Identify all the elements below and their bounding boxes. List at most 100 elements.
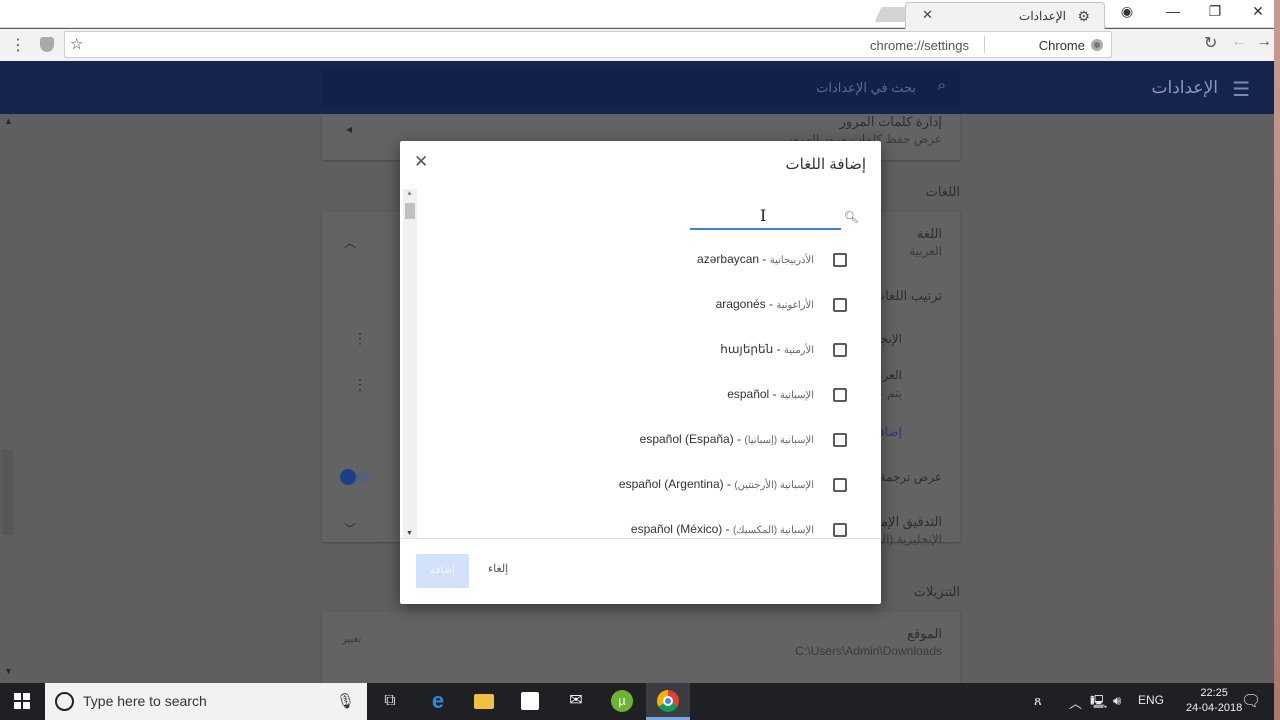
chevron-down-icon[interactable]: ﹀ xyxy=(344,520,356,537)
language-native-name: español (Argentina) xyxy=(618,477,724,491)
scroll-up-icon[interactable]: ▲ xyxy=(406,190,413,197)
add-languages-dialog: ✕ إضافة اللغات 🔍︎ I ▲ ▼ الأذربيجانية - a… xyxy=(400,141,881,604)
scroll-up-icon[interactable]: ▲ xyxy=(4,116,13,126)
language-item[interactable]: الإسبانية (إسبانيا) - español (España) xyxy=(420,417,881,462)
location-title: الموقع xyxy=(907,626,942,641)
more-options-icon[interactable]: ⋮ xyxy=(353,376,367,393)
language-checkbox[interactable] xyxy=(833,253,847,267)
language-label: الإسبانية - español xyxy=(727,387,814,401)
scroll-down-icon[interactable]: ▼ xyxy=(406,530,413,537)
minimize-button[interactable]: — xyxy=(1153,3,1193,19)
language-label: الأرمنية - հայերեն xyxy=(720,342,814,356)
translate-toggle-knob[interactable] xyxy=(340,469,356,485)
language-native-name: հայերեն xyxy=(720,342,774,356)
language-label: الإسبانية (الأرجنتين) - español (Argenti… xyxy=(618,477,814,491)
clock[interactable]: 22:25 24-04-2018 xyxy=(1186,686,1242,716)
back-icon[interactable]: → xyxy=(1256,33,1272,51)
language-arabic-name: الأذربيجانية xyxy=(769,255,814,266)
downloads-heading: التنزيلات xyxy=(913,584,960,599)
language-native-name: azərbaycan xyxy=(697,252,760,266)
close-window-button[interactable]: ✕ xyxy=(1238,3,1274,20)
tab-settings[interactable]: ✕ الإعدادات ⚙ xyxy=(905,2,1105,29)
close-icon[interactable]: ✕ xyxy=(414,152,428,172)
store-icon[interactable] xyxy=(518,689,542,713)
bookmark-star-icon[interactable]: ☆ xyxy=(70,35,83,53)
search-icon: 🔍︎ xyxy=(843,210,859,224)
file-explorer-icon[interactable] xyxy=(472,689,496,713)
cancel-button[interactable]: إلغاء xyxy=(488,562,508,575)
scroll-down-icon[interactable]: ▼ xyxy=(4,666,13,676)
more-options-icon[interactable]: ⋮ xyxy=(353,330,367,347)
restore-button[interactable]: ❐ xyxy=(1195,3,1235,20)
language-item[interactable]: الأذربيجانية - azərbaycan xyxy=(420,237,881,282)
change-location-button[interactable]: تغيير xyxy=(342,634,361,645)
add-button[interactable]: إضافة xyxy=(416,554,469,588)
language-arabic-name: الأراغونية xyxy=(776,300,814,311)
language-label: الإسبانية (إسبانيا) - español (España) xyxy=(639,432,814,446)
divider xyxy=(400,538,881,539)
url-text: chrome://settings xyxy=(870,38,969,53)
language-checkbox[interactable] xyxy=(833,388,847,402)
input-language[interactable]: ENG xyxy=(1138,693,1164,707)
utorrent-icon[interactable]: µ xyxy=(610,689,634,713)
tab-close-icon[interactable]: ✕ xyxy=(922,7,933,23)
site-label: Chrome xyxy=(1038,38,1085,53)
language-arabic-name: الإسبانية (إسبانيا) xyxy=(744,435,814,446)
hamburger-menu-icon[interactable]: ☰ xyxy=(1232,77,1250,102)
gear-icon: ⚙ xyxy=(1077,8,1090,24)
language-list: الأذربيجانية - azərbaycan الأراغونية - a… xyxy=(420,237,881,538)
desktop-edge xyxy=(1274,0,1280,720)
language-item[interactable]: الأراغونية - aragonés xyxy=(420,282,881,327)
search-placeholder: بحث في الإعدادات xyxy=(816,80,916,95)
arrow-left-icon: ◂ xyxy=(346,122,353,136)
settings-search[interactable]: بحث في الإعدادات ⌕ xyxy=(322,70,960,106)
cortana-icon[interactable] xyxy=(55,692,74,711)
language-item[interactable]: الإسبانية (الأرجنتين) - español (Argenti… xyxy=(420,462,881,507)
address-bar[interactable]: ☆ chrome://settings Chrome xyxy=(64,31,1112,58)
dialog-scrollbar[interactable]: ▲ ▼ xyxy=(403,189,417,538)
chrome-icon[interactable] xyxy=(656,689,680,713)
language-checkbox[interactable] xyxy=(833,478,847,492)
language-checkbox[interactable] xyxy=(833,433,847,447)
chrome-icon xyxy=(1091,39,1103,51)
taskbar: Type here to search 🎙︎ ⧉ e ✉ µ ጸ ︿ 🖳︎ 🔊︎… xyxy=(0,683,1274,720)
language-title: اللغة xyxy=(916,226,942,241)
downloads-card: تغيير الموقع C:\Users\Admin\Downloads xyxy=(322,612,960,684)
language-item[interactable]: الإسبانية - español xyxy=(420,372,881,417)
task-view-icon[interactable]: ⧉ xyxy=(378,689,402,713)
windows-start-icon[interactable] xyxy=(14,693,30,709)
language-item[interactable]: الأرمنية - հայերեն xyxy=(420,327,881,372)
language-item[interactable]: الإسبانية (المكسيك) - español (México) xyxy=(420,507,881,538)
settings-header: بحث في الإعدادات ⌕ الإعدادات ☰ xyxy=(0,61,1274,114)
language-arabic-name: الإسبانية (الأرجنتين) xyxy=(734,480,814,491)
scrollbar-thumb[interactable] xyxy=(405,203,415,219)
language-checkbox[interactable] xyxy=(833,343,847,357)
language-arabic-name: الأرمنية xyxy=(783,345,814,356)
browser-toolbar: ⋮ ☆ chrome://settings Chrome ↻ ← → xyxy=(0,29,1274,61)
language-checkbox[interactable] xyxy=(833,298,847,312)
people-icon[interactable]: ጸ xyxy=(1034,693,1042,709)
mail-icon[interactable]: ✉ xyxy=(564,689,588,713)
search-icon: ⌕ xyxy=(937,77,946,94)
screen: ✕ الإعدادات ⚙ ◉ — ❐ ✕ ⋮ ☆ chrome://setti… xyxy=(0,0,1274,720)
page-scrollbar[interactable] xyxy=(2,450,13,535)
show-hidden-icons[interactable]: ︿ xyxy=(1069,693,1082,712)
language-checkbox[interactable] xyxy=(833,523,847,537)
taskbar-search[interactable]: Type here to search 🎙︎ xyxy=(45,683,367,720)
network-icon[interactable]: 🖳︎ xyxy=(1090,693,1107,715)
profile-icon[interactable]: ◉ xyxy=(1107,3,1147,20)
microphone-icon[interactable]: 🎙︎ xyxy=(336,692,355,710)
languages-heading: اللغات xyxy=(925,184,960,199)
action-center-icon[interactable]: 🗨︎ xyxy=(1241,691,1261,711)
location-value: C:\Users\Admin\Downloads xyxy=(795,644,942,658)
forward-icon[interactable]: ← xyxy=(1231,33,1247,51)
reload-icon[interactable]: ↻ xyxy=(1204,33,1217,53)
volume-icon[interactable]: 🔊︎ xyxy=(1113,693,1121,709)
edge-icon[interactable]: e xyxy=(426,689,450,713)
language-native-name: español (España) xyxy=(639,432,734,446)
language-order-title: ترتيب اللغات xyxy=(872,288,942,303)
chevron-up-icon[interactable]: ︿ xyxy=(344,234,356,251)
shield-icon[interactable] xyxy=(40,37,54,52)
dialog-title: إضافة اللغات xyxy=(785,156,867,173)
menu-icon[interactable]: ⋮ xyxy=(10,35,26,55)
